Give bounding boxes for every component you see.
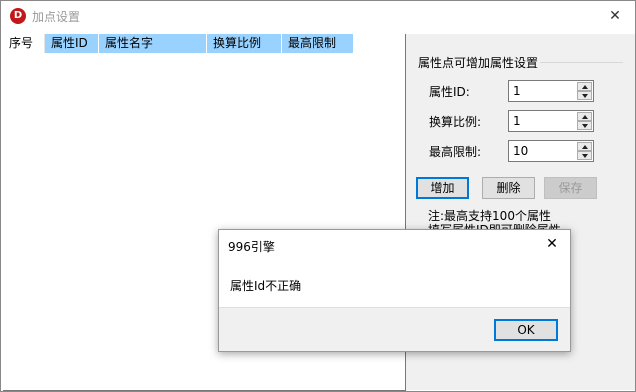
max-limit-spinner[interactable]: 10 bbox=[508, 140, 594, 162]
list-header: 序号 属性ID 属性名字 换算比例 最高限制 bbox=[3, 34, 354, 53]
attr-id-value: 1 bbox=[513, 84, 521, 98]
dialog-message: 属性Id不正确 bbox=[230, 279, 302, 293]
column-header-index[interactable]: 序号 bbox=[3, 34, 45, 53]
arrow-down-icon bbox=[582, 154, 588, 158]
dialog-title: 996引擎 bbox=[228, 240, 275, 254]
ratio-increment-button[interactable] bbox=[577, 112, 592, 121]
dialog-close-button[interactable]: ✕ bbox=[543, 235, 561, 253]
dialog-footer: OK bbox=[219, 307, 570, 351]
groupbox-title: 属性点可增加属性设置 bbox=[418, 54, 541, 71]
attr-id-label: 属性ID: bbox=[429, 85, 470, 99]
ratio-value: 1 bbox=[513, 114, 521, 128]
max-limit-label: 最高限制: bbox=[429, 145, 482, 159]
save-button[interactable]: 保存 bbox=[544, 177, 597, 199]
column-header-max-limit[interactable]: 最高限制 bbox=[282, 34, 354, 53]
window-title: 加点设置 bbox=[32, 10, 81, 24]
message-dialog: 996引擎 ✕ 属性Id不正确 OK bbox=[218, 229, 571, 352]
add-button[interactable]: 增加 bbox=[416, 177, 469, 199]
app-logo-icon: D bbox=[10, 8, 26, 24]
attr-id-spinner[interactable]: 1 bbox=[508, 80, 594, 102]
ok-button[interactable]: OK bbox=[494, 319, 558, 341]
max-limit-value: 10 bbox=[513, 144, 529, 158]
arrow-up-icon bbox=[582, 145, 588, 149]
window-close-button[interactable]: ✕ bbox=[605, 6, 625, 26]
title-bar: D 加点设置 ✕ bbox=[1, 1, 635, 31]
arrow-down-icon bbox=[582, 94, 588, 98]
arrow-down-icon bbox=[582, 124, 588, 128]
ratio-label: 换算比例: bbox=[429, 115, 482, 129]
ratio-spinner[interactable]: 1 bbox=[508, 110, 594, 132]
ratio-decrement-button[interactable] bbox=[577, 121, 592, 130]
max-limit-decrement-button[interactable] bbox=[577, 151, 592, 160]
arrow-up-icon bbox=[582, 85, 588, 89]
column-header-attr-name[interactable]: 属性名字 bbox=[99, 34, 207, 53]
attr-id-increment-button[interactable] bbox=[577, 82, 592, 91]
max-limit-increment-button[interactable] bbox=[577, 142, 592, 151]
delete-button[interactable]: 删除 bbox=[482, 177, 535, 199]
attr-id-decrement-button[interactable] bbox=[577, 91, 592, 100]
column-header-ratio[interactable]: 换算比例 bbox=[207, 34, 282, 53]
arrow-up-icon bbox=[582, 115, 588, 119]
column-header-attr-id[interactable]: 属性ID bbox=[45, 34, 99, 53]
